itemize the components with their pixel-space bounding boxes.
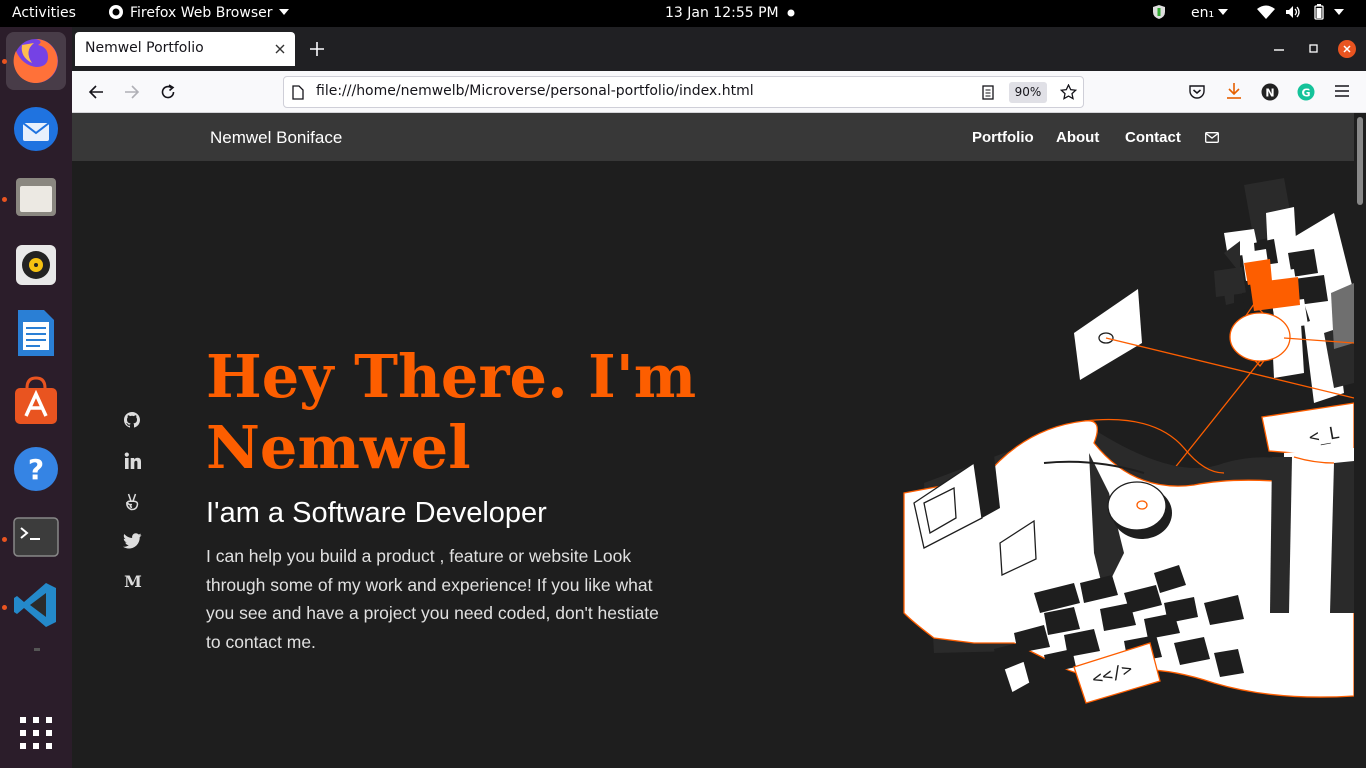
activities-button[interactable]: Activities bbox=[12, 0, 76, 27]
running-indicator bbox=[2, 197, 7, 202]
url-text[interactable]: file:///home/nemwelb/Microverse/personal… bbox=[316, 83, 754, 99]
reload-icon[interactable] bbox=[160, 84, 176, 100]
dock-rhythmbox[interactable] bbox=[6, 236, 66, 294]
running-indicator bbox=[2, 537, 7, 542]
page-viewport: Nemwel Boniface Portfolio About Contact … bbox=[72, 113, 1366, 768]
chevron-down-icon bbox=[1218, 9, 1229, 15]
hero-description-line: you see and have a project you need code… bbox=[206, 603, 659, 624]
bookmark-star-icon[interactable] bbox=[1060, 84, 1077, 100]
back-icon[interactable] bbox=[88, 84, 104, 100]
tab-bar: Nemwel Portfolio bbox=[72, 27, 1366, 71]
nav-link-contact[interactable]: Contact bbox=[1125, 129, 1181, 146]
scrollbar-thumb[interactable] bbox=[1357, 117, 1363, 205]
close-icon bbox=[1343, 45, 1351, 53]
show-applications-button[interactable] bbox=[6, 704, 66, 762]
terminal-icon bbox=[13, 517, 59, 557]
tab-title: Nemwel Portfolio bbox=[85, 40, 204, 56]
shield-icon[interactable] bbox=[1152, 0, 1166, 27]
svg-text:M: M bbox=[124, 573, 142, 589]
site-header: Nemwel Boniface Portfolio About Contact bbox=[72, 113, 1354, 161]
floating-disc-top bbox=[1229, 312, 1291, 362]
wifi-icon bbox=[1257, 5, 1275, 19]
svg-text:?: ? bbox=[28, 453, 44, 486]
running-indicator bbox=[2, 59, 7, 64]
svg-text:N: N bbox=[1265, 87, 1274, 100]
zoom-indicator[interactable]: 90% bbox=[1009, 82, 1047, 103]
new-tab-icon[interactable] bbox=[310, 42, 324, 56]
dock-thunderbird[interactable] bbox=[6, 100, 66, 158]
pocket-icon[interactable] bbox=[1189, 84, 1205, 99]
app-grid-icon bbox=[20, 717, 52, 749]
nav-link-portfolio[interactable]: Portfolio bbox=[972, 129, 1034, 146]
github-icon[interactable] bbox=[123, 411, 141, 429]
thunderbird-icon bbox=[14, 107, 58, 151]
page-scrollbar[interactable] bbox=[1354, 113, 1366, 768]
envelope-icon[interactable] bbox=[1205, 132, 1219, 143]
minimize-icon[interactable] bbox=[1274, 49, 1284, 51]
hero-illustration: <_L <</> bbox=[903, 178, 1354, 704]
hero-description-line: to contact me. bbox=[206, 632, 316, 653]
dock-separator bbox=[34, 648, 40, 651]
writer-icon bbox=[18, 310, 54, 356]
tab-active[interactable]: Nemwel Portfolio bbox=[75, 32, 295, 66]
hero-heading: Hey There. I'm Nemwel bbox=[206, 341, 726, 483]
dock-vscode[interactable] bbox=[6, 576, 66, 634]
dock-help[interactable]: ? bbox=[6, 440, 66, 498]
page-info-icon[interactable] bbox=[292, 85, 304, 100]
reader-view-icon[interactable] bbox=[982, 85, 994, 100]
forward-icon[interactable] bbox=[124, 84, 140, 100]
svg-text:G: G bbox=[1301, 87, 1310, 100]
clock[interactable]: 13 Jan 12:55 PM bbox=[665, 0, 779, 27]
medium-icon[interactable]: M bbox=[123, 573, 143, 589]
chevron-down-icon bbox=[278, 9, 289, 15]
hero-heading-line1: Hey There. I'm bbox=[206, 342, 697, 411]
url-bar[interactable]: file:///home/nemwelb/Microverse/personal… bbox=[283, 76, 1084, 108]
battery-icon bbox=[1314, 4, 1324, 20]
volume-icon bbox=[1286, 6, 1301, 18]
grammarly-icon[interactable]: G bbox=[1297, 83, 1315, 101]
system-top-bar: Activities Firefox Web Browser 13 Jan 12… bbox=[0, 0, 1366, 27]
floating-card-left bbox=[1074, 289, 1142, 380]
dock-writer[interactable] bbox=[6, 304, 66, 362]
dock-firefox[interactable] bbox=[6, 32, 66, 90]
close-window-button[interactable] bbox=[1338, 40, 1356, 58]
app-menu[interactable]: Firefox Web Browser bbox=[108, 0, 289, 27]
twitter-icon[interactable] bbox=[123, 533, 142, 549]
keyboard-layout-label: en₁ bbox=[1191, 5, 1215, 21]
downloads-icon[interactable] bbox=[1226, 82, 1242, 100]
hero-description: I can help you build a product , feature… bbox=[206, 542, 726, 657]
dock-terminal[interactable] bbox=[6, 508, 66, 566]
rhythmbox-icon bbox=[16, 245, 56, 285]
navigation-toolbar: file:///home/nemwelb/Microverse/personal… bbox=[72, 71, 1366, 113]
help-icon: ? bbox=[14, 447, 58, 491]
app-menu-label: Firefox Web Browser bbox=[130, 5, 273, 21]
extension-n-icon[interactable]: N bbox=[1261, 83, 1279, 101]
firefox-icon bbox=[13, 39, 58, 83]
files-icon bbox=[16, 178, 56, 216]
notification-dot-icon bbox=[787, 0, 795, 27]
nav-link-about[interactable]: About bbox=[1056, 129, 1099, 146]
linkedin-icon[interactable] bbox=[124, 452, 142, 470]
running-indicator bbox=[2, 605, 7, 610]
hamburger-menu-icon[interactable] bbox=[1335, 85, 1349, 97]
vscode-icon bbox=[14, 583, 56, 627]
angellist-icon[interactable] bbox=[124, 493, 140, 511]
hero-description-line: through some of my work and experience! … bbox=[206, 574, 653, 595]
keyboard-layout[interactable]: en₁ bbox=[1191, 0, 1229, 27]
dock-software[interactable] bbox=[6, 372, 66, 430]
software-icon bbox=[15, 376, 57, 424]
hero-subtitle: I'am a Software Developer bbox=[206, 497, 547, 529]
system-status-menu[interactable] bbox=[1257, 0, 1345, 27]
dock: ? bbox=[0, 27, 72, 768]
dock-files[interactable] bbox=[6, 168, 66, 226]
chevron-down-icon bbox=[1334, 9, 1345, 15]
close-tab-icon[interactable] bbox=[275, 44, 285, 54]
hero-heading-line2: Nemwel bbox=[206, 413, 471, 482]
firefox-small-icon bbox=[109, 5, 123, 19]
hero-description-line: I can help you build a product , feature… bbox=[206, 546, 632, 566]
maximize-icon[interactable] bbox=[1309, 44, 1318, 53]
site-brand[interactable]: Nemwel Boniface bbox=[210, 128, 342, 148]
